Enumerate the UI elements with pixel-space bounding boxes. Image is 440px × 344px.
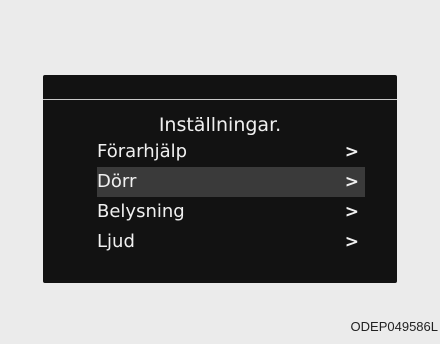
menu-item-belysning[interactable]: Belysning > [97,197,365,227]
menu-item-label: Dörr [97,171,137,192]
screen-title: Inställningar. [158,114,282,136]
top-divider [43,99,397,100]
menu-item-dorr[interactable]: Dörr > [97,167,365,197]
chevron-right-icon: > [344,232,359,252]
menu-item-forarhjalp[interactable]: Förarhjälp > [97,137,365,167]
chevron-right-icon: > [344,202,359,222]
menu-item-label: Belysning [97,201,185,222]
menu-item-ljud[interactable]: Ljud > [97,227,365,257]
menu-item-label: Ljud [97,231,135,252]
chevron-right-icon: > [344,172,359,192]
settings-display: Inställningar. Förarhjälp > Dörr > Belys… [43,75,397,283]
settings-menu: Förarhjälp > Dörr > Belysning > Ljud > [97,137,365,257]
image-code: ODEP049586L [350,319,438,334]
menu-item-label: Förarhjälp [97,141,188,162]
chevron-right-icon: > [344,142,359,162]
